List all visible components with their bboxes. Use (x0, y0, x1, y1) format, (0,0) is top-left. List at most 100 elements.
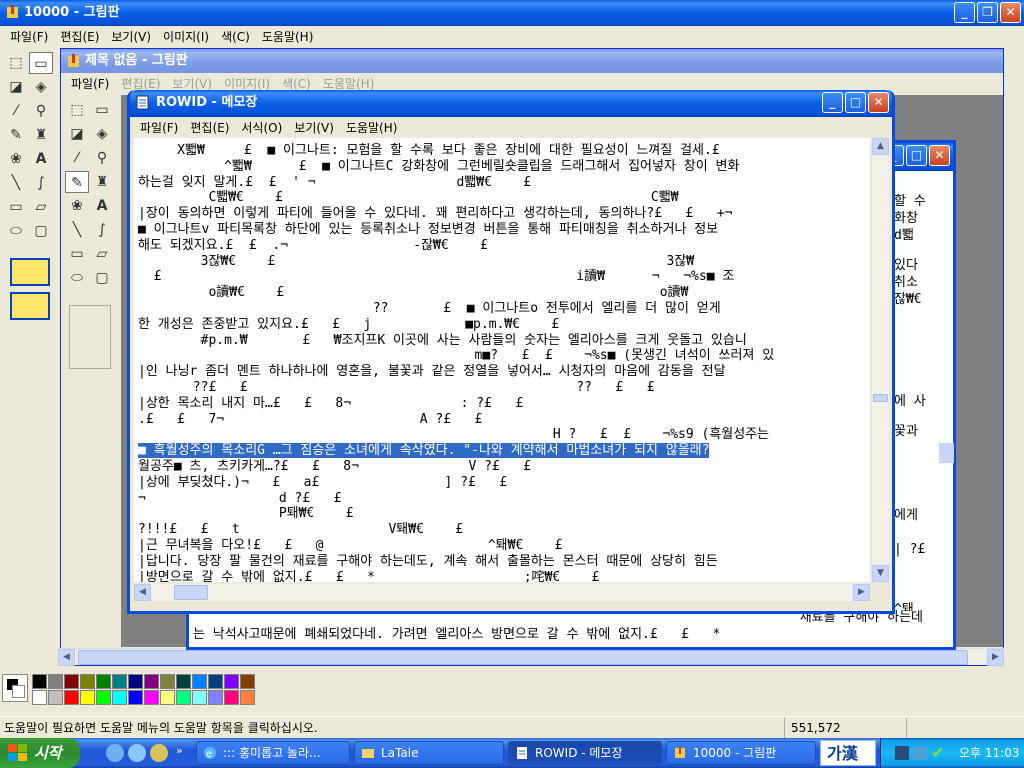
inner-line-icon[interactable]: ╲ (65, 219, 89, 241)
palette-swatch[interactable] (96, 690, 111, 705)
palette-swatch[interactable] (128, 690, 143, 705)
palette-swatch[interactable] (176, 690, 191, 705)
palette-swatch[interactable] (224, 690, 239, 705)
scroll-left-button[interactable]: ◀ (134, 584, 151, 601)
palette-swatch[interactable] (112, 674, 127, 689)
text-icon[interactable]: A (29, 148, 53, 170)
scroll-down-button[interactable]: ▼ (872, 565, 889, 582)
inner-picker-icon[interactable]: ⁄ (65, 147, 89, 169)
notepad-menu-help[interactable]: 도움말(H) (340, 119, 404, 136)
clock[interactable]: 오후 11:03 (959, 738, 1019, 768)
minimize-button[interactable]: _ (954, 2, 975, 23)
palette-swatch[interactable] (96, 674, 111, 689)
ellipse-icon[interactable]: ⬭ (4, 220, 28, 242)
palette-swatch[interactable] (64, 674, 79, 689)
inner-curve-icon[interactable]: ∫ (90, 219, 114, 241)
inner-menu-help[interactable]: 도움말(H) (317, 75, 381, 92)
task-latale[interactable]: LaTale (354, 741, 504, 765)
scroll-left-button[interactable]: ◀ (58, 649, 75, 666)
inner-polygon-icon[interactable]: ▱ (90, 243, 114, 265)
palette-swatch[interactable] (48, 674, 63, 689)
back-vscroll-thumb[interactable] (939, 443, 954, 463)
notepad-hscroll-thumb[interactable] (174, 585, 208, 600)
inner-menu-colors[interactable]: 색(C) (276, 75, 317, 92)
magnifier-icon[interactable]: ⚲ (29, 100, 53, 122)
inner-airbrush-icon[interactable]: ❀ (65, 195, 89, 217)
menu-view[interactable]: 보기(V) (105, 28, 157, 45)
palette-swatch[interactable] (224, 674, 239, 689)
scroll-right-button[interactable]: ▶ (853, 584, 870, 601)
task-paint[interactable]: 10000 - 그림판 (666, 741, 816, 765)
ime-indicator[interactable]: 가漢 (820, 740, 876, 766)
scroll-thumb[interactable] (78, 650, 968, 665)
notepad-vscroll-thumb[interactable] (873, 394, 888, 402)
menu-file[interactable]: 파일(F) (4, 28, 54, 45)
palette-swatch[interactable] (32, 674, 47, 689)
task-ie[interactable]: e ::: 홍미롭고 놀라... (196, 741, 350, 765)
inner-eraser-icon[interactable]: ◪ (65, 123, 89, 145)
inner-free-select-icon[interactable]: ⬚ (65, 99, 89, 121)
inner-pencil-icon[interactable]: ✎ (65, 171, 89, 193)
palette-swatch[interactable] (144, 690, 159, 705)
back-close-button[interactable]: ✕ (929, 145, 950, 166)
rounded-rect-icon[interactable]: ▢ (29, 220, 53, 242)
palette-swatch[interactable] (64, 690, 79, 705)
palette-swatch[interactable] (144, 674, 159, 689)
palette-swatch[interactable] (160, 674, 175, 689)
quicklaunch-more-icon[interactable]: » (176, 744, 183, 757)
inner-menu-file[interactable]: 파일(F) (65, 75, 115, 92)
palette-swatch[interactable] (160, 690, 175, 705)
palette-swatch[interactable] (192, 690, 207, 705)
notepad-menu-format[interactable]: 서식(O) (235, 119, 288, 136)
task-notepad[interactable]: ROWID - 메모장 (508, 741, 662, 765)
curve-icon[interactable]: ∫ (29, 172, 53, 194)
pencil-icon[interactable]: ✎ (4, 124, 28, 146)
ie-quicklaunch-icon[interactable] (106, 744, 124, 762)
scroll-up-button[interactable]: ▲ (872, 138, 889, 155)
inner-ellipse-icon[interactable]: ⬭ (65, 267, 89, 289)
menu-edit[interactable]: 편집(E) (54, 28, 105, 45)
free-select-icon[interactable]: ⬚ (4, 52, 28, 74)
inner-fill-icon[interactable]: ◈ (90, 123, 114, 145)
inner-rectangle-icon[interactable]: ▭ (65, 243, 89, 265)
close-button[interactable]: ✕ (1000, 2, 1021, 23)
inner-tool-options[interactable] (69, 305, 111, 369)
palette-swatch[interactable] (208, 690, 223, 705)
menu-image[interactable]: 이미지(I) (157, 28, 215, 45)
fill-icon[interactable]: ◈ (29, 76, 53, 98)
notepad-close-button[interactable]: ✕ (868, 92, 889, 113)
palette-swatch[interactable] (32, 690, 47, 705)
picker-icon[interactable]: ⁄ (4, 100, 28, 122)
inner-text-icon[interactable]: A (90, 195, 114, 217)
scroll-right-button[interactable]: ▶ (987, 649, 1004, 666)
palette-swatch[interactable] (48, 690, 63, 705)
palette-swatch[interactable] (192, 674, 207, 689)
notepad-maximize-button[interactable]: □ (845, 92, 866, 113)
palette-swatch[interactable] (240, 690, 255, 705)
airbrush-icon[interactable]: ❀ (4, 148, 28, 170)
tray-check-icon[interactable]: ✔ (931, 744, 944, 762)
transparency-option-a[interactable] (10, 258, 50, 286)
palette-swatch[interactable] (240, 674, 255, 689)
notepad-minimize-button[interactable]: _ (822, 92, 843, 113)
notepad-titlebar[interactable]: ROWID - 메모장 _ □ ✕ (130, 90, 892, 117)
transparency-option-b[interactable] (10, 292, 50, 320)
eraser-icon[interactable]: ◪ (4, 76, 28, 98)
brush-icon[interactable]: ♜ (29, 124, 53, 146)
notepad-menu-view[interactable]: 보기(V) (288, 119, 340, 136)
inner-paint-titlebar[interactable]: 제목 없음 - 그림판 (61, 49, 1003, 73)
desktop-quicklaunch-icon[interactable] (128, 744, 146, 762)
tray-app-icon[interactable] (913, 746, 927, 760)
network-icon[interactable] (895, 746, 909, 760)
inner-rounded-rect-icon[interactable]: ▢ (90, 267, 114, 289)
palette-swatch[interactable] (208, 674, 223, 689)
palette-swatch[interactable] (112, 690, 127, 705)
inner-menu-image[interactable]: 이미지(I) (218, 75, 276, 92)
inner-menu-edit[interactable]: 편집(E) (115, 75, 166, 92)
restore-button[interactable]: ❐ (977, 2, 998, 23)
rect-select-icon[interactable]: ▭ (29, 52, 53, 74)
menu-colors[interactable]: 색(C) (215, 28, 256, 45)
notepad-menu-edit[interactable]: 편집(E) (184, 119, 235, 136)
notepad-text-area[interactable]: X뾃₩ £ ■ 이그나트: 모험을 할 수록 보다 좋은 장비에 대한 필요성이… (134, 138, 870, 582)
inner-magnifier-icon[interactable]: ⚲ (90, 147, 114, 169)
